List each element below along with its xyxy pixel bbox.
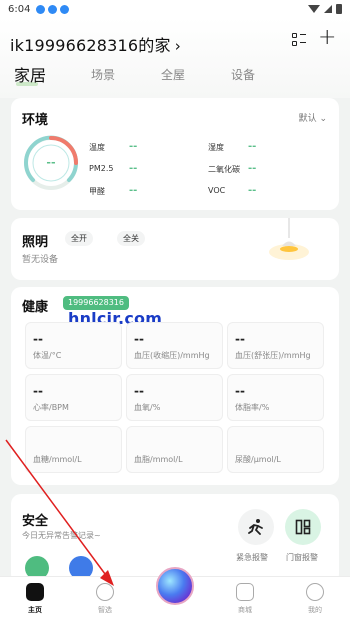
metric-value: -- (33, 384, 43, 398)
metric-cell[interactable]: 血糖/mmol/L (25, 426, 122, 473)
notification-icon (48, 4, 58, 14)
lighting-card[interactable]: 照明 全开 全关 暂无设备 (11, 218, 339, 280)
temperature-label: 温度 (89, 143, 105, 152)
nav-mall-label: 商城 (238, 606, 252, 614)
metric-cell[interactable]: 尿酸/μmol/L (227, 426, 324, 473)
status-bar: 6:04 (0, 0, 350, 18)
emergency-alarm-button[interactable] (238, 509, 274, 545)
wifi-icon (308, 5, 320, 13)
nav-mine-label: 我的 (308, 606, 322, 614)
add-icon[interactable]: + (318, 27, 336, 49)
hexagon-icon (96, 583, 114, 601)
metric-cell[interactable]: 血脂/mmol/L (126, 426, 223, 473)
tab-bar: 家居 场景 全屋 设备 (0, 62, 350, 88)
door-window-icon (295, 519, 311, 535)
all-on-button[interactable]: 全开 (65, 231, 93, 246)
environment-card[interactable]: 环境 默认 ⌄ -- 温度 -- 湿度 -- PM2.5 -- 二氧化碳 -- … (11, 98, 339, 210)
metric-cell[interactable]: -- 血压(收缩压)/mmHg (126, 322, 223, 369)
voice-assistant-button[interactable] (156, 567, 194, 605)
metric-cell[interactable]: -- 血压(舒张压)/mmHg (227, 322, 324, 369)
chevron-down-icon: ⌄ (319, 114, 327, 124)
metric-label: 尿酸/μmol/L (235, 455, 281, 464)
device-grid-icon[interactable] (292, 33, 306, 47)
status-time: 6:04 (8, 3, 31, 15)
door-window-alarm-button[interactable] (285, 509, 321, 545)
shopping-bag-icon (236, 583, 254, 601)
nav-home-label: 主页 (28, 606, 42, 614)
metric-label: 血糖/mmol/L (33, 455, 82, 464)
voc-value: -- (248, 185, 257, 196)
notification-icon (60, 4, 70, 14)
home-name: ik19996628316的家 (10, 36, 171, 55)
humidity-label: 湿度 (208, 143, 224, 152)
metric-label: 血脂/mmol/L (134, 455, 183, 464)
nav-mine[interactable]: 我的 (295, 583, 335, 615)
nav-smart-select[interactable]: 智选 (85, 583, 125, 615)
tab-devices[interactable]: 设备 (231, 66, 255, 83)
gauge-value: -- (46, 156, 56, 169)
all-off-button[interactable]: 全关 (117, 231, 145, 246)
environment-title: 环境 (22, 113, 49, 128)
home-icon (26, 583, 44, 601)
metric-cell[interactable]: -- 体温/°C (25, 322, 122, 369)
signal-icon (324, 5, 332, 13)
pm25-label: PM2.5 (89, 164, 114, 173)
profile-icon (306, 583, 324, 601)
default-label: 默认 (298, 114, 317, 124)
tab-scenes[interactable]: 场景 (91, 66, 115, 83)
formaldehyde-value: -- (129, 185, 138, 196)
security-title: 安全 (22, 514, 49, 529)
nav-home[interactable]: 主页 (15, 583, 55, 615)
metric-cell[interactable]: -- 体脂率/% (227, 374, 324, 421)
metric-label: 血压(收缩压)/mmHg (134, 351, 210, 360)
metric-label: 心率/BPM (33, 403, 69, 412)
formaldehyde-label: 甲醛 (89, 187, 105, 196)
metric-value: -- (33, 332, 43, 346)
metric-cell[interactable]: -- 血氧/% (126, 374, 223, 421)
metric-cell[interactable]: -- 心率/BPM (25, 374, 122, 421)
chevron-right-icon: › (174, 37, 181, 55)
no-device-text: 暂无设备 (22, 255, 59, 265)
voc-label: VOC (208, 186, 226, 195)
lamp-icon (269, 218, 309, 260)
metric-label: 血压(舒张压)/mmHg (235, 351, 311, 360)
notification-icon (36, 4, 46, 14)
nav-mall[interactable]: 商城 (225, 583, 265, 615)
default-dropdown[interactable]: 默认 ⌄ (299, 111, 327, 124)
health-card[interactable]: 健康 19996628316 hnlcjr.com -- 体温/°C -- 血压… (11, 287, 339, 485)
tab-home[interactable]: 家居 (14, 62, 46, 86)
battery-icon (336, 4, 342, 14)
metric-value: -- (235, 332, 245, 346)
running-person-icon (248, 519, 263, 535)
tab-whole-house[interactable]: 全屋 (161, 66, 185, 83)
lighting-title: 照明 (22, 235, 49, 250)
emergency-alarm-label: 紧急报警 (236, 553, 268, 562)
metric-label: 体温/°C (33, 351, 62, 360)
health-title: 健康 (22, 300, 49, 315)
co2-label: 二氧化碳 (208, 165, 240, 174)
pm25-value: -- (129, 163, 138, 174)
door-window-alarm-label: 门窗报警 (286, 553, 318, 562)
metric-value: -- (134, 332, 144, 346)
metric-value: -- (235, 384, 245, 398)
user-badge[interactable]: 19996628316 (63, 296, 129, 310)
co2-value: -- (248, 163, 257, 174)
nav-smart-select-label: 智选 (98, 606, 112, 614)
temperature-value: -- (129, 141, 138, 152)
home-selector[interactable]: ik19996628316的家 › (10, 32, 181, 56)
metric-label: 血氧/% (134, 403, 161, 412)
security-subtitle: 今日无异常告警记录~ (22, 531, 101, 540)
metric-value: -- (134, 384, 144, 398)
metric-label: 体脂率/% (235, 403, 270, 412)
humidity-value: -- (248, 141, 257, 152)
